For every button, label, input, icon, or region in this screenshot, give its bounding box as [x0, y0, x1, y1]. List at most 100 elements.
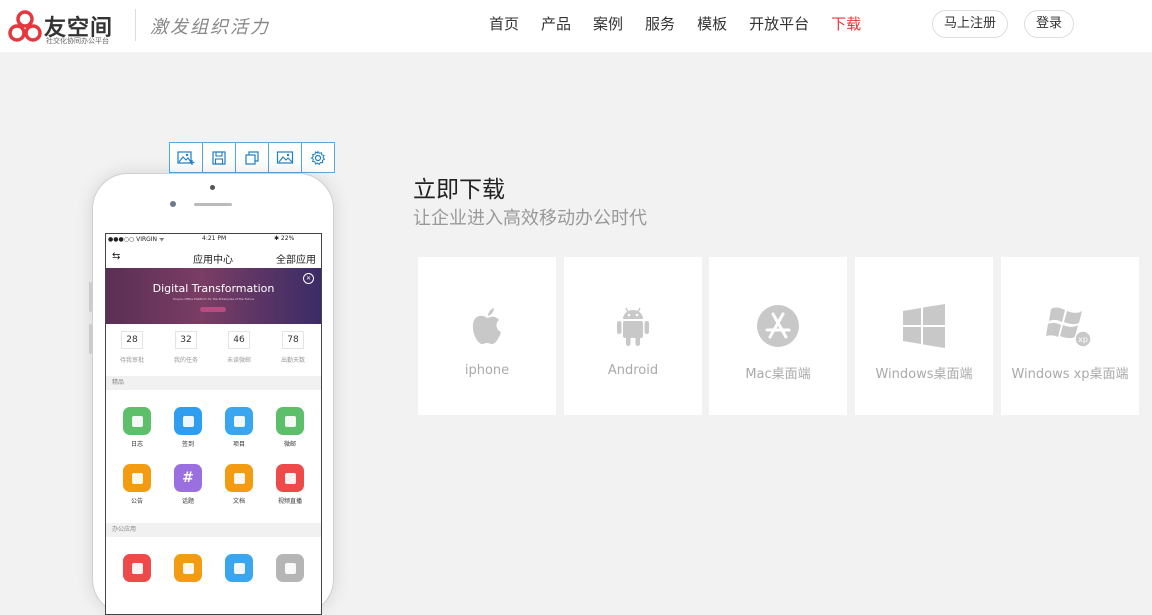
mail-app-icon [276, 407, 304, 435]
download-card-android[interactable]: Android [564, 257, 702, 415]
nav-item-services[interactable]: 服务 [634, 0, 686, 52]
download-card-windows[interactable]: Windows桌面端 [855, 257, 993, 415]
app-item-diary[interactable]: 日志 [117, 407, 157, 448]
app-label: 话题 [181, 498, 194, 505]
card-label: Mac桌面端 [745, 367, 811, 382]
project-app-icon [225, 407, 253, 435]
app-item-live[interactable]: 视频直播 [270, 464, 310, 505]
office-app-icon [276, 554, 304, 582]
office-app-item[interactable] [219, 554, 259, 582]
logo-mark-icon [8, 10, 42, 42]
card-label: Windows桌面端 [875, 367, 973, 382]
phone-sensor [210, 185, 215, 190]
office-app-icon [225, 554, 253, 582]
app-label: 签到 [181, 441, 194, 448]
phone-screen: ●●●○○ VIRGIN ᯤ 4:21 PM ✱ 22% ⇆ 应用中心 全部应用… [105, 233, 322, 615]
logo-subtitle: 社交化协同办公平台 [46, 37, 109, 45]
svg-text:xp: xp [1078, 335, 1088, 344]
app-item-topic[interactable]: # 话题 [168, 464, 208, 505]
card-label: Android [607, 363, 659, 378]
banner[interactable]: Digital Transformation Yonyou Office Pla… [106, 268, 321, 324]
all-apps-link[interactable]: 全部应用 [276, 251, 316, 266]
app-item-project[interactable]: 项目 [219, 407, 259, 448]
hashtag-app-icon: # [174, 464, 202, 492]
office-app-item[interactable] [270, 554, 310, 582]
stat-value: 28 [121, 331, 143, 349]
slogan: 激发组织活力 [150, 17, 270, 38]
copy-button[interactable] [236, 143, 269, 172]
logo[interactable]: 友空间 社交化协同办公平台 [8, 8, 118, 45]
stat-label: 出勤天数 [280, 357, 305, 364]
download-card-iphone[interactable]: iphone [418, 257, 556, 415]
nav-item-cases[interactable]: 案例 [582, 0, 634, 52]
app-store-icon [753, 303, 803, 349]
app-item-notice[interactable]: 公告 [117, 464, 157, 505]
phone-volume-down [89, 324, 92, 354]
login-button[interactable]: 登录 [1024, 10, 1074, 38]
stat-label: 待我审批 [119, 357, 144, 364]
stat-label: 未读微邮 [226, 357, 251, 364]
stat-item[interactable]: 28 待我审批 [112, 331, 152, 364]
save-button[interactable] [203, 143, 236, 172]
calendar-app-icon [174, 407, 202, 435]
stat-item[interactable]: 32 我的任务 [166, 331, 206, 364]
banner-button[interactable] [200, 307, 226, 312]
add-image-icon [177, 150, 195, 165]
status-carrier: ●●●○○ VIRGIN ᯤ [108, 236, 165, 243]
office-app-icon [123, 554, 151, 582]
header-divider [135, 9, 136, 41]
copy-icon [245, 150, 259, 165]
nav-item-products[interactable]: 产品 [530, 0, 582, 52]
app-label: 视频直播 [277, 498, 302, 505]
phone-camera [170, 201, 176, 207]
stat-item[interactable]: 46 未读微邮 [219, 331, 259, 364]
diary-app-icon [123, 407, 151, 435]
app-item-checkin[interactable]: 签到 [168, 407, 208, 448]
app-header: ⇆ 应用中心 全部应用 [106, 246, 321, 268]
nav-item-download[interactable]: 下载 [820, 0, 872, 52]
nav-item-home[interactable]: 首页 [478, 0, 530, 52]
app-label: 公告 [130, 498, 143, 505]
section-featured: 精品 [106, 376, 321, 390]
main-nav: 首页 产品 案例 服务 模板 开放平台 下载 [478, 0, 872, 52]
settings-button[interactable] [302, 143, 334, 172]
banner-title: Digital Transformation [152, 282, 275, 295]
phone-speaker [194, 203, 232, 206]
nav-item-open-platform[interactable]: 开放平台 [738, 0, 820, 52]
card-label: Windows xp桌面端 [1011, 367, 1129, 382]
nav-item-templates[interactable]: 模板 [686, 0, 738, 52]
app-item-mail[interactable]: 微邮 [270, 407, 310, 448]
phone-mockup: ●●●○○ VIRGIN ᯤ 4:21 PM ✱ 22% ⇆ 应用中心 全部应用… [89, 173, 334, 615]
stat-label: 我的任务 [173, 357, 198, 364]
card-label: iphone [464, 363, 510, 378]
add-image-button[interactable] [170, 143, 203, 172]
image-icon [276, 150, 294, 164]
megaphone-app-icon [123, 464, 151, 492]
apple-icon [462, 303, 512, 349]
stat-item[interactable]: 78 出勤天数 [273, 331, 313, 364]
register-button[interactable]: 马上注册 [932, 10, 1008, 38]
office-app-item[interactable] [168, 554, 208, 582]
download-card-mac[interactable]: Mac桌面端 [709, 257, 847, 415]
download-card-windows-xp[interactable]: xp Windows xp桌面端 [1001, 257, 1139, 415]
app-label: 项目 [232, 441, 245, 448]
app-label: 日志 [130, 441, 143, 448]
office-app-item[interactable] [117, 554, 157, 582]
phone-volume-up [89, 282, 92, 312]
back-icon[interactable]: ⇆ [112, 251, 120, 262]
replace-image-button[interactable] [269, 143, 302, 172]
stat-value: 46 [228, 331, 250, 349]
phone-status-bar: ●●●○○ VIRGIN ᯤ 4:21 PM ✱ 22% [106, 234, 321, 244]
stat-value: 78 [282, 331, 304, 349]
download-title: 立即下载 [413, 177, 505, 203]
app-header-title: 应用中心 [193, 255, 233, 266]
image-edit-toolbar [169, 142, 335, 173]
close-icon[interactable]: ✕ [303, 273, 314, 284]
stats-row: 28 待我审批 32 我的任务 46 未读微邮 78 出勤天数 [106, 324, 321, 372]
top-header: 友空间 社交化协同办公平台 激发组织活力 首页 产品 案例 服务 模板 开放平台… [0, 0, 1152, 52]
app-item-docs[interactable]: 文档 [219, 464, 259, 505]
video-app-icon [276, 464, 304, 492]
status-battery: ✱ 22% [274, 235, 295, 242]
windows-icon [899, 303, 949, 349]
section-office: 办公应用 [106, 523, 321, 537]
